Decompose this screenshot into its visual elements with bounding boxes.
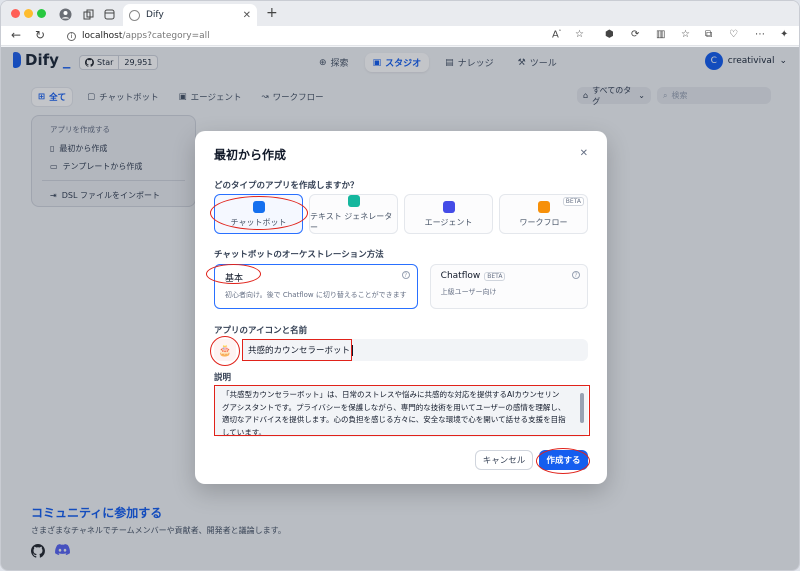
- type-agent-label: エージェント: [424, 217, 473, 227]
- help-icon[interactable]: ?: [572, 271, 580, 279]
- type-text-generator[interactable]: テキスト ジェネレーター: [309, 194, 398, 234]
- refresh-icon[interactable]: ↻: [35, 28, 45, 42]
- description-value: 「共感型カウンセラーボット」は、日常のストレスや悩みに共感的な対応を提供するAI…: [222, 390, 566, 437]
- favorite-star-icon[interactable]: ☆: [575, 29, 584, 40]
- description-textarea[interactable]: 「共感型カウンセラーボット」は、日常のストレスや悩みに共感的な対応を提供するAI…: [214, 385, 588, 437]
- close-icon[interactable]: ✕: [580, 148, 588, 159]
- tab-title: Dify: [146, 10, 164, 20]
- browser-tab[interactable]: Dify ✕: [123, 4, 257, 26]
- close-tab-icon[interactable]: ✕: [243, 10, 251, 21]
- url-host: localhost: [82, 31, 123, 41]
- orch-chatflow-desc: 上級ユーザー向け: [440, 288, 497, 296]
- orch-chatflow-option[interactable]: Chatflow BETA 上級ユーザー向け ?: [429, 264, 588, 309]
- split-screen-icon[interactable]: ▥: [656, 29, 665, 40]
- orch-basic-option[interactable]: 基本 初心者向け。後で Chatflow に切り替えることができます ?: [214, 264, 418, 309]
- type-workflow[interactable]: BETA ワークフロー: [499, 194, 588, 234]
- type-question-label: どのタイプのアプリを作成しますか？: [214, 181, 359, 191]
- agent-icon: [442, 200, 455, 213]
- create-button[interactable]: 作成する: [539, 450, 588, 470]
- icon-name-label: アプリのアイコンと名前: [214, 326, 308, 336]
- orchestration-selector: 基本 初心者向け。後で Chatflow に切り替えることができます ? Cha…: [214, 264, 588, 309]
- collections-icon[interactable]: [80, 6, 96, 22]
- browser-window: Dify ✕ + ← ↻ i localhost/apps?category=a…: [0, 0, 800, 571]
- collections-bar-icon[interactable]: ⧉: [705, 29, 712, 40]
- close-window-button[interactable]: [11, 9, 20, 18]
- type-workflow-label: ワークフロー: [519, 217, 568, 227]
- description-label: 説明: [214, 373, 232, 383]
- url-field[interactable]: i localhost/apps?category=all: [59, 28, 599, 44]
- beta-badge: BETA: [484, 271, 506, 281]
- orchestration-label: チャットボットのオーケストレーション方法: [214, 250, 384, 260]
- minimize-window-button[interactable]: [24, 9, 33, 18]
- orch-basic-title: 基本: [225, 274, 244, 284]
- text-cursor: [352, 344, 354, 356]
- type-chatbot[interactable]: チャットボット: [214, 194, 303, 234]
- type-text-generator-label: テキスト ジェネレーター: [310, 212, 393, 232]
- url-path: /apps?category=all: [122, 31, 210, 41]
- help-icon[interactable]: ?: [401, 271, 410, 279]
- new-tab-icon[interactable]: +: [266, 5, 278, 21]
- workflow-icon: [537, 200, 550, 213]
- site-info-icon[interactable]: i: [67, 31, 76, 41]
- tab-actions-icon[interactable]: [101, 6, 117, 22]
- app-type-selector: チャットボット テキスト ジェネレーター エージェント BETA ワークフロー: [214, 194, 588, 234]
- favorites-icon[interactable]: ☆: [681, 29, 690, 40]
- tab-favicon-icon: [129, 9, 140, 21]
- cake-icon: 🎂: [218, 343, 232, 357]
- app-name-input[interactable]: 共感的カウンセラーボット: [242, 339, 588, 361]
- tab-bar: Dify ✕ +: [1, 1, 799, 26]
- textarea-scrollbar[interactable]: [580, 393, 584, 423]
- type-agent[interactable]: エージェント: [404, 194, 493, 234]
- modal-title: 最初から作成: [214, 148, 287, 162]
- copilot-icon[interactable]: ✦: [780, 29, 788, 40]
- type-chatbot-label: チャットボット: [230, 217, 287, 227]
- back-icon[interactable]: ←: [11, 28, 21, 42]
- app-icon-picker[interactable]: 🎂: [214, 339, 236, 361]
- extension-icon[interactable]: ⬢: [605, 29, 614, 40]
- chatbot-icon: [252, 200, 265, 213]
- create-app-modal: 最初から作成 ✕ どのタイプのアプリを作成しますか？ チャットボット テキスト …: [195, 131, 607, 484]
- app-name-value: 共感的カウンセラーボット: [248, 346, 351, 356]
- text-generator-icon: [347, 195, 360, 207]
- browser-essentials-icon[interactable]: ♡: [729, 29, 738, 40]
- cancel-button[interactable]: キャンセル: [475, 450, 533, 470]
- more-menu-icon[interactable]: ⋯: [755, 29, 765, 40]
- address-bar: ← ↻ i localhost/apps?category=all Aᵃ ☆ ⬢…: [1, 26, 799, 46]
- maximize-window-button[interactable]: [37, 9, 46, 18]
- orch-chatflow-title: Chatflow: [440, 271, 481, 281]
- profile-icon[interactable]: [57, 6, 73, 22]
- orch-basic-desc: 初心者向け。後で Chatflow に切り替えることができます: [225, 291, 407, 299]
- extension-2-icon[interactable]: ⟳: [631, 29, 639, 40]
- read-aloud-icon[interactable]: Aᵃ: [552, 29, 561, 40]
- beta-badge: BETA: [562, 197, 584, 206]
